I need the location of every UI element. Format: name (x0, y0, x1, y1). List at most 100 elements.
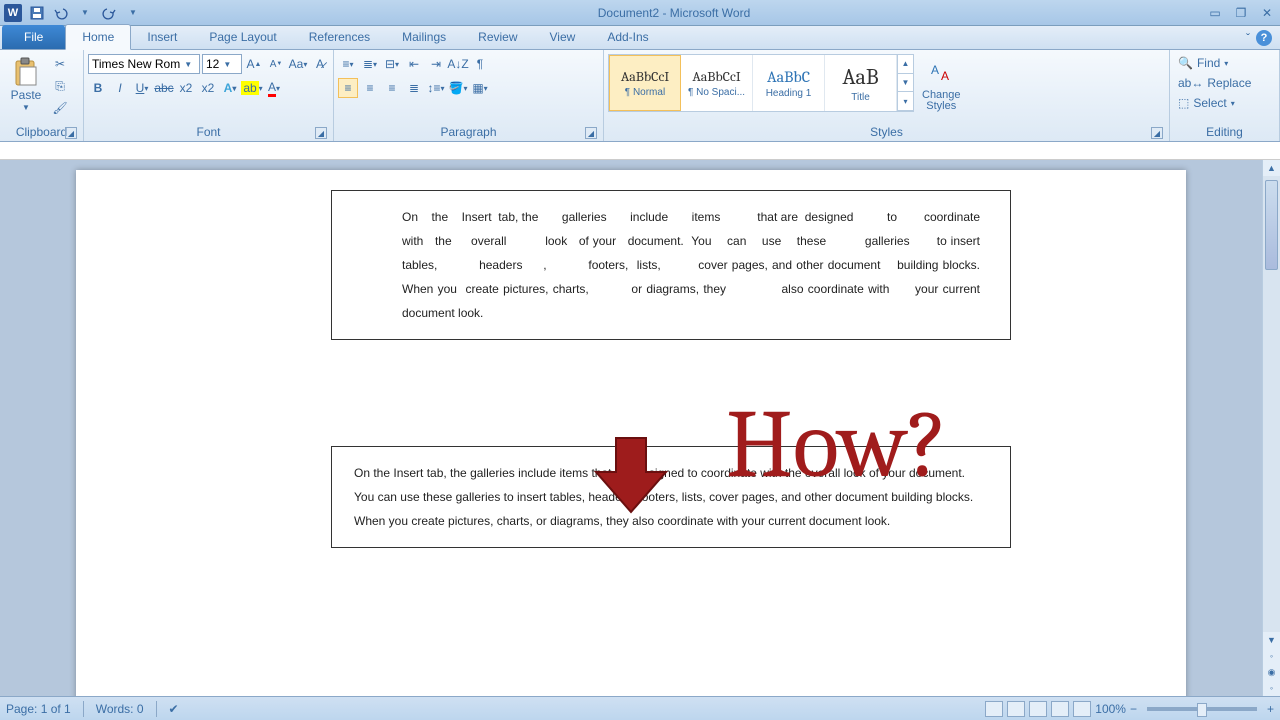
numbering-icon[interactable]: ≣▾ (360, 54, 380, 74)
chevron-down-icon[interactable]: ▼ (223, 60, 231, 69)
italic-button[interactable]: I (110, 78, 130, 98)
shading-icon[interactable]: 🪣▾ (448, 78, 468, 98)
proofing-status-icon[interactable]: ✔ (169, 702, 179, 716)
show-hide-marks-icon[interactable]: ¶ (470, 54, 490, 74)
styles-launcher-icon[interactable]: ◢ (1151, 127, 1163, 139)
text-box-before[interactable]: On the Insert tab, the galleries include… (331, 190, 1011, 340)
align-center-button[interactable]: ≡ (360, 78, 380, 98)
clipboard-launcher-icon[interactable]: ◢ (65, 127, 77, 139)
horizontal-ruler[interactable] (0, 142, 1280, 160)
font-launcher-icon[interactable]: ◢ (315, 127, 327, 139)
cut-icon[interactable]: ✂ (50, 54, 70, 74)
qat-customize-icon[interactable]: ▼ (124, 4, 142, 22)
zoom-in-icon[interactable]: + (1267, 702, 1274, 716)
align-left-button[interactable]: ≡ (338, 78, 358, 98)
undo-dropdown-icon[interactable]: ▼ (76, 4, 94, 22)
page-status[interactable]: Page: 1 of 1 (6, 702, 71, 716)
annotation-how-text: How? (726, 390, 948, 500)
borders-icon[interactable]: ▦▾ (470, 78, 490, 98)
restore-icon[interactable]: ❐ (1232, 5, 1250, 21)
style-no-spacing[interactable]: AaBbCcI ¶ No Spaci... (681, 55, 753, 111)
print-layout-view-icon[interactable] (985, 701, 1003, 717)
previous-page-icon[interactable]: ◦ (1263, 648, 1280, 664)
styles-gallery: AaBbCcI ¶ Normal AaBbCcI ¶ No Spaci... A… (608, 54, 914, 112)
next-page-icon[interactable]: ◦ (1263, 680, 1280, 696)
replace-label: Replace (1207, 76, 1251, 90)
bullets-icon[interactable]: ≡▾ (338, 54, 358, 74)
subscript-button[interactable]: x2 (176, 78, 196, 98)
redo-icon[interactable] (100, 4, 118, 22)
change-styles-button[interactable]: AA Change Styles (916, 54, 967, 114)
change-case-icon[interactable]: Aa▾ (288, 54, 308, 74)
text-effects-icon[interactable]: A▾ (220, 78, 240, 98)
scroll-down-icon[interactable]: ▼ (1263, 632, 1280, 648)
styles-more-icon[interactable]: ▾ (898, 92, 913, 111)
justify-button[interactable]: ≣ (404, 78, 424, 98)
outline-view-icon[interactable] (1051, 701, 1069, 717)
body-text-before: On the Insert tab, the galleries include… (402, 210, 1017, 320)
tab-mailings[interactable]: Mailings (386, 25, 462, 49)
bold-button[interactable]: B (88, 78, 108, 98)
tab-view[interactable]: View (534, 25, 592, 49)
minimize-ribbon-icon[interactable]: ˇ (1246, 31, 1250, 45)
tab-review[interactable]: Review (462, 25, 533, 49)
grow-font-icon[interactable]: A▲ (244, 54, 264, 74)
clear-formatting-icon[interactable]: A̷ (310, 54, 330, 74)
strikethrough-button[interactable]: abc (154, 78, 174, 98)
copy-icon[interactable]: ⎘ (50, 76, 70, 96)
tab-page-layout[interactable]: Page Layout (193, 25, 292, 49)
styles-scroll-up-icon[interactable]: ▲ (898, 55, 913, 74)
tab-home[interactable]: Home (65, 24, 131, 50)
decrease-indent-icon[interactable]: ⇤ (404, 54, 424, 74)
shrink-font-icon[interactable]: A▼ (266, 54, 286, 74)
font-name-combo[interactable]: Times New Rom▼ (88, 54, 200, 74)
styles-scroll-down-icon[interactable]: ▼ (898, 74, 913, 93)
fullscreen-reading-view-icon[interactable] (1007, 701, 1025, 717)
zoom-level-label[interactable]: 100% (1095, 702, 1126, 716)
web-layout-view-icon[interactable] (1029, 701, 1047, 717)
zoom-out-icon[interactable]: − (1130, 702, 1137, 716)
styles-gallery-controls: ▲ ▼ ▾ (897, 55, 913, 111)
scrollbar-thumb[interactable] (1265, 180, 1278, 270)
select-button[interactable]: ⬚Select ▾ (1174, 94, 1239, 112)
chevron-down-icon[interactable]: ▼ (184, 60, 192, 69)
scrollbar-track[interactable] (1263, 176, 1280, 632)
window-title: Document2 - Microsoft Word (142, 6, 1206, 20)
browse-object-icon[interactable]: ◉ (1263, 664, 1280, 680)
font-color-icon[interactable]: A▾ (264, 78, 284, 98)
minimize-icon[interactable]: ▭ (1206, 5, 1224, 21)
scroll-up-icon[interactable]: ▲ (1263, 160, 1280, 176)
page[interactable]: On the Insert tab, the galleries include… (76, 170, 1186, 696)
vertical-scrollbar[interactable]: ▲ ▼ ◦ ◉ ◦ (1262, 160, 1280, 696)
format-painter-icon[interactable]: 🖌 (50, 98, 70, 118)
style-title[interactable]: AaB Title (825, 55, 897, 111)
multilevel-list-icon[interactable]: ⊟▾ (382, 54, 402, 74)
find-button[interactable]: 🔍Find ▾ (1174, 54, 1232, 72)
superscript-button[interactable]: x2 (198, 78, 218, 98)
highlight-color-icon[interactable]: ab▾ (242, 78, 262, 98)
document-scroll[interactable]: On the Insert tab, the galleries include… (0, 160, 1262, 696)
underline-button[interactable]: U▾ (132, 78, 152, 98)
zoom-slider[interactable] (1147, 707, 1257, 711)
replace-button[interactable]: ab↔Replace (1174, 74, 1255, 92)
font-size-combo[interactable]: 12▼ (202, 54, 242, 74)
tab-insert[interactable]: Insert (131, 25, 193, 49)
close-icon[interactable]: ✕ (1258, 5, 1276, 21)
sort-icon[interactable]: A↓Z (448, 54, 468, 74)
paragraph-launcher-icon[interactable]: ◢ (585, 127, 597, 139)
tab-references[interactable]: References (293, 25, 386, 49)
line-spacing-icon[interactable]: ↕≡▾ (426, 78, 446, 98)
word-count-status[interactable]: Words: 0 (96, 702, 144, 716)
tab-addins[interactable]: Add-Ins (591, 25, 664, 49)
increase-indent-icon[interactable]: ⇥ (426, 54, 446, 74)
undo-icon[interactable] (52, 4, 70, 22)
save-icon[interactable] (28, 4, 46, 22)
svg-text:A: A (931, 63, 939, 77)
tab-file[interactable]: File (2, 25, 65, 49)
draft-view-icon[interactable] (1073, 701, 1091, 717)
paste-button[interactable]: Paste▼ (4, 54, 48, 115)
style-heading-1[interactable]: AaBbC Heading 1 (753, 55, 825, 111)
style-normal[interactable]: AaBbCcI ¶ Normal (609, 55, 681, 111)
help-icon[interactable]: ? (1256, 30, 1272, 46)
align-right-button[interactable]: ≡ (382, 78, 402, 98)
